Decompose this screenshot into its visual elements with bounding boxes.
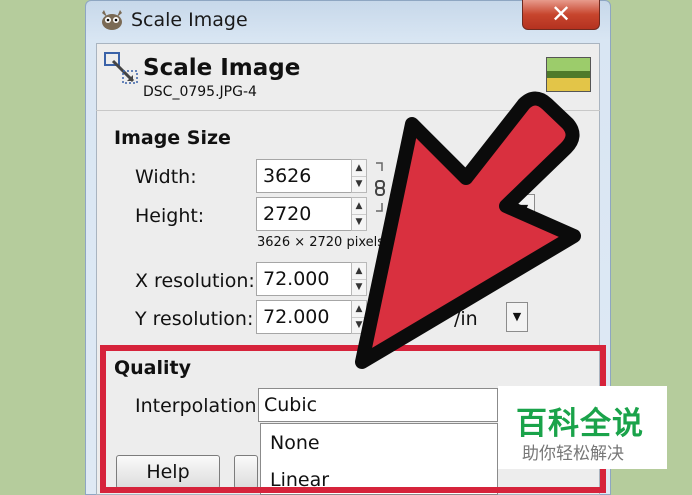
dialog-heading: Scale Image: [143, 55, 301, 81]
width-input[interactable]: 3626: [256, 159, 352, 193]
watermark-title: 百科全说: [516, 406, 644, 442]
size-unit-dropdown-button[interactable]: ▼: [513, 194, 535, 224]
window-title: Scale Image: [131, 9, 248, 31]
y-resolution-spinner[interactable]: ▲ ▼: [351, 300, 367, 334]
image-thumbnail: [546, 57, 591, 92]
pixel-dimensions-text: 3626 × 2720 pixels: [257, 235, 384, 250]
x-resolution-label: X resolution:: [135, 270, 255, 292]
height-input[interactable]: 2720: [256, 197, 352, 231]
gimp-icon: [102, 10, 122, 30]
close-button[interactable]: ✕: [522, 0, 600, 30]
scale-tool-icon: [104, 52, 138, 84]
image-size-heading: Image Size: [114, 127, 231, 149]
resolution-unit-dropdown-button[interactable]: ▼: [506, 302, 528, 332]
width-spinner[interactable]: ▲ ▼: [351, 159, 367, 193]
resolution-unit: /in: [454, 308, 478, 330]
x-resolution-spinner[interactable]: ▲ ▼: [351, 262, 367, 296]
watermark-subtitle: 助你轻松解决: [522, 444, 624, 464]
width-label: Width:: [135, 166, 197, 188]
y-resolution-label: Y resolution:: [135, 308, 254, 330]
chain-link-icon[interactable]: [374, 161, 386, 213]
x-resolution-input[interactable]: 72.000: [256, 262, 352, 296]
image-filename: DSC_0795.JPG-4: [143, 84, 257, 100]
y-resolution-input[interactable]: 72.000: [256, 300, 352, 334]
header-divider: [96, 110, 600, 111]
height-label: Height:: [135, 205, 205, 227]
height-spinner[interactable]: ▲ ▼: [351, 197, 367, 231]
